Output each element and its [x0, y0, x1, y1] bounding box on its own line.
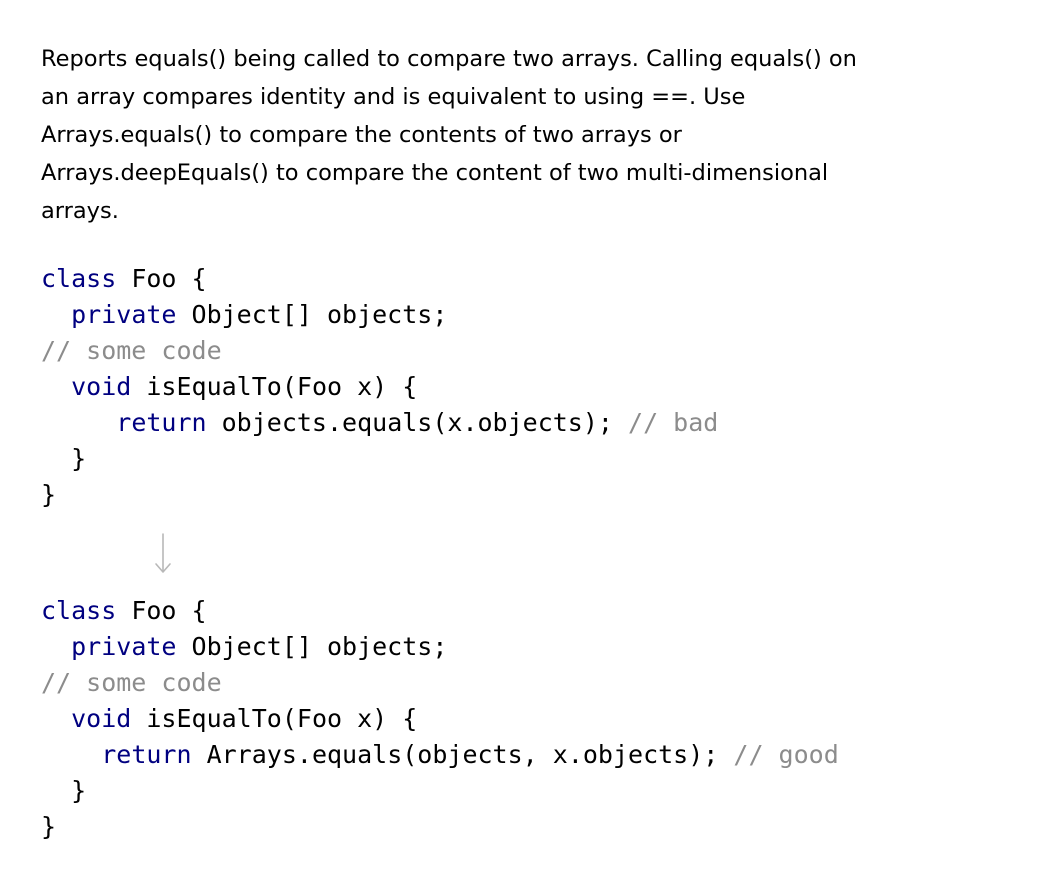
code-line: return Arrays.equals(objects, x.objects)… [41, 737, 839, 773]
code-line: class Foo { [41, 593, 839, 629]
description-line: Reports equals() being called to compare… [41, 46, 857, 72]
code-keyword: private [71, 632, 177, 661]
code-keyword: void [71, 372, 132, 401]
code-line: } [41, 444, 87, 473]
code-line: void isEqualTo(Foo x) { [41, 369, 718, 405]
code-line: } [41, 776, 87, 805]
arrow-down-icon [155, 533, 171, 573]
code-comment: // some code [41, 668, 222, 697]
code-line: class Foo { [41, 261, 718, 297]
code-comment: // some code [41, 336, 222, 365]
code-comment: // bad [628, 408, 719, 437]
description-line: Arrays.deepEquals() to compare the conte… [41, 160, 829, 186]
code-text: Arrays.equals(objects, x.objects); [191, 740, 734, 769]
code-text: Foo { [116, 264, 207, 293]
code-example-after: class Foo { private Object[] objects; // … [41, 593, 839, 845]
description-line: an array compares identity and is equiva… [41, 84, 746, 110]
code-keyword: return [116, 408, 207, 437]
description-line: Arrays.equals() to compare the contents … [41, 122, 682, 148]
code-comment: // good [733, 740, 839, 769]
inspection-description-page: Reports equals() being called to compare… [0, 0, 1040, 886]
description-line: arrays. [41, 198, 119, 224]
code-line: // some code [41, 333, 718, 369]
code-keyword: return [101, 740, 192, 769]
code-keyword: class [41, 596, 117, 625]
code-line: return objects.equals(x.objects); // bad [41, 405, 718, 441]
code-line: } [41, 480, 57, 509]
code-example-before: class Foo { private Object[] objects; // … [41, 261, 718, 513]
inspection-description: Reports equals() being called to compare… [41, 40, 941, 230]
code-keyword: private [71, 300, 177, 329]
code-text: objects.equals(x.objects); [206, 408, 629, 437]
code-text: isEqualTo(Foo x) { [131, 372, 418, 401]
code-text: Object[] objects; [176, 300, 448, 329]
code-keyword: void [71, 704, 132, 733]
code-text: isEqualTo(Foo x) { [131, 704, 418, 733]
code-line: void isEqualTo(Foo x) { [41, 701, 839, 737]
code-line: } [41, 812, 57, 841]
code-line: private Object[] objects; [41, 297, 718, 333]
code-line: private Object[] objects; [41, 629, 839, 665]
code-keyword: class [41, 264, 117, 293]
code-line: // some code [41, 665, 839, 701]
code-text: Object[] objects; [176, 632, 448, 661]
code-text: Foo { [116, 596, 207, 625]
